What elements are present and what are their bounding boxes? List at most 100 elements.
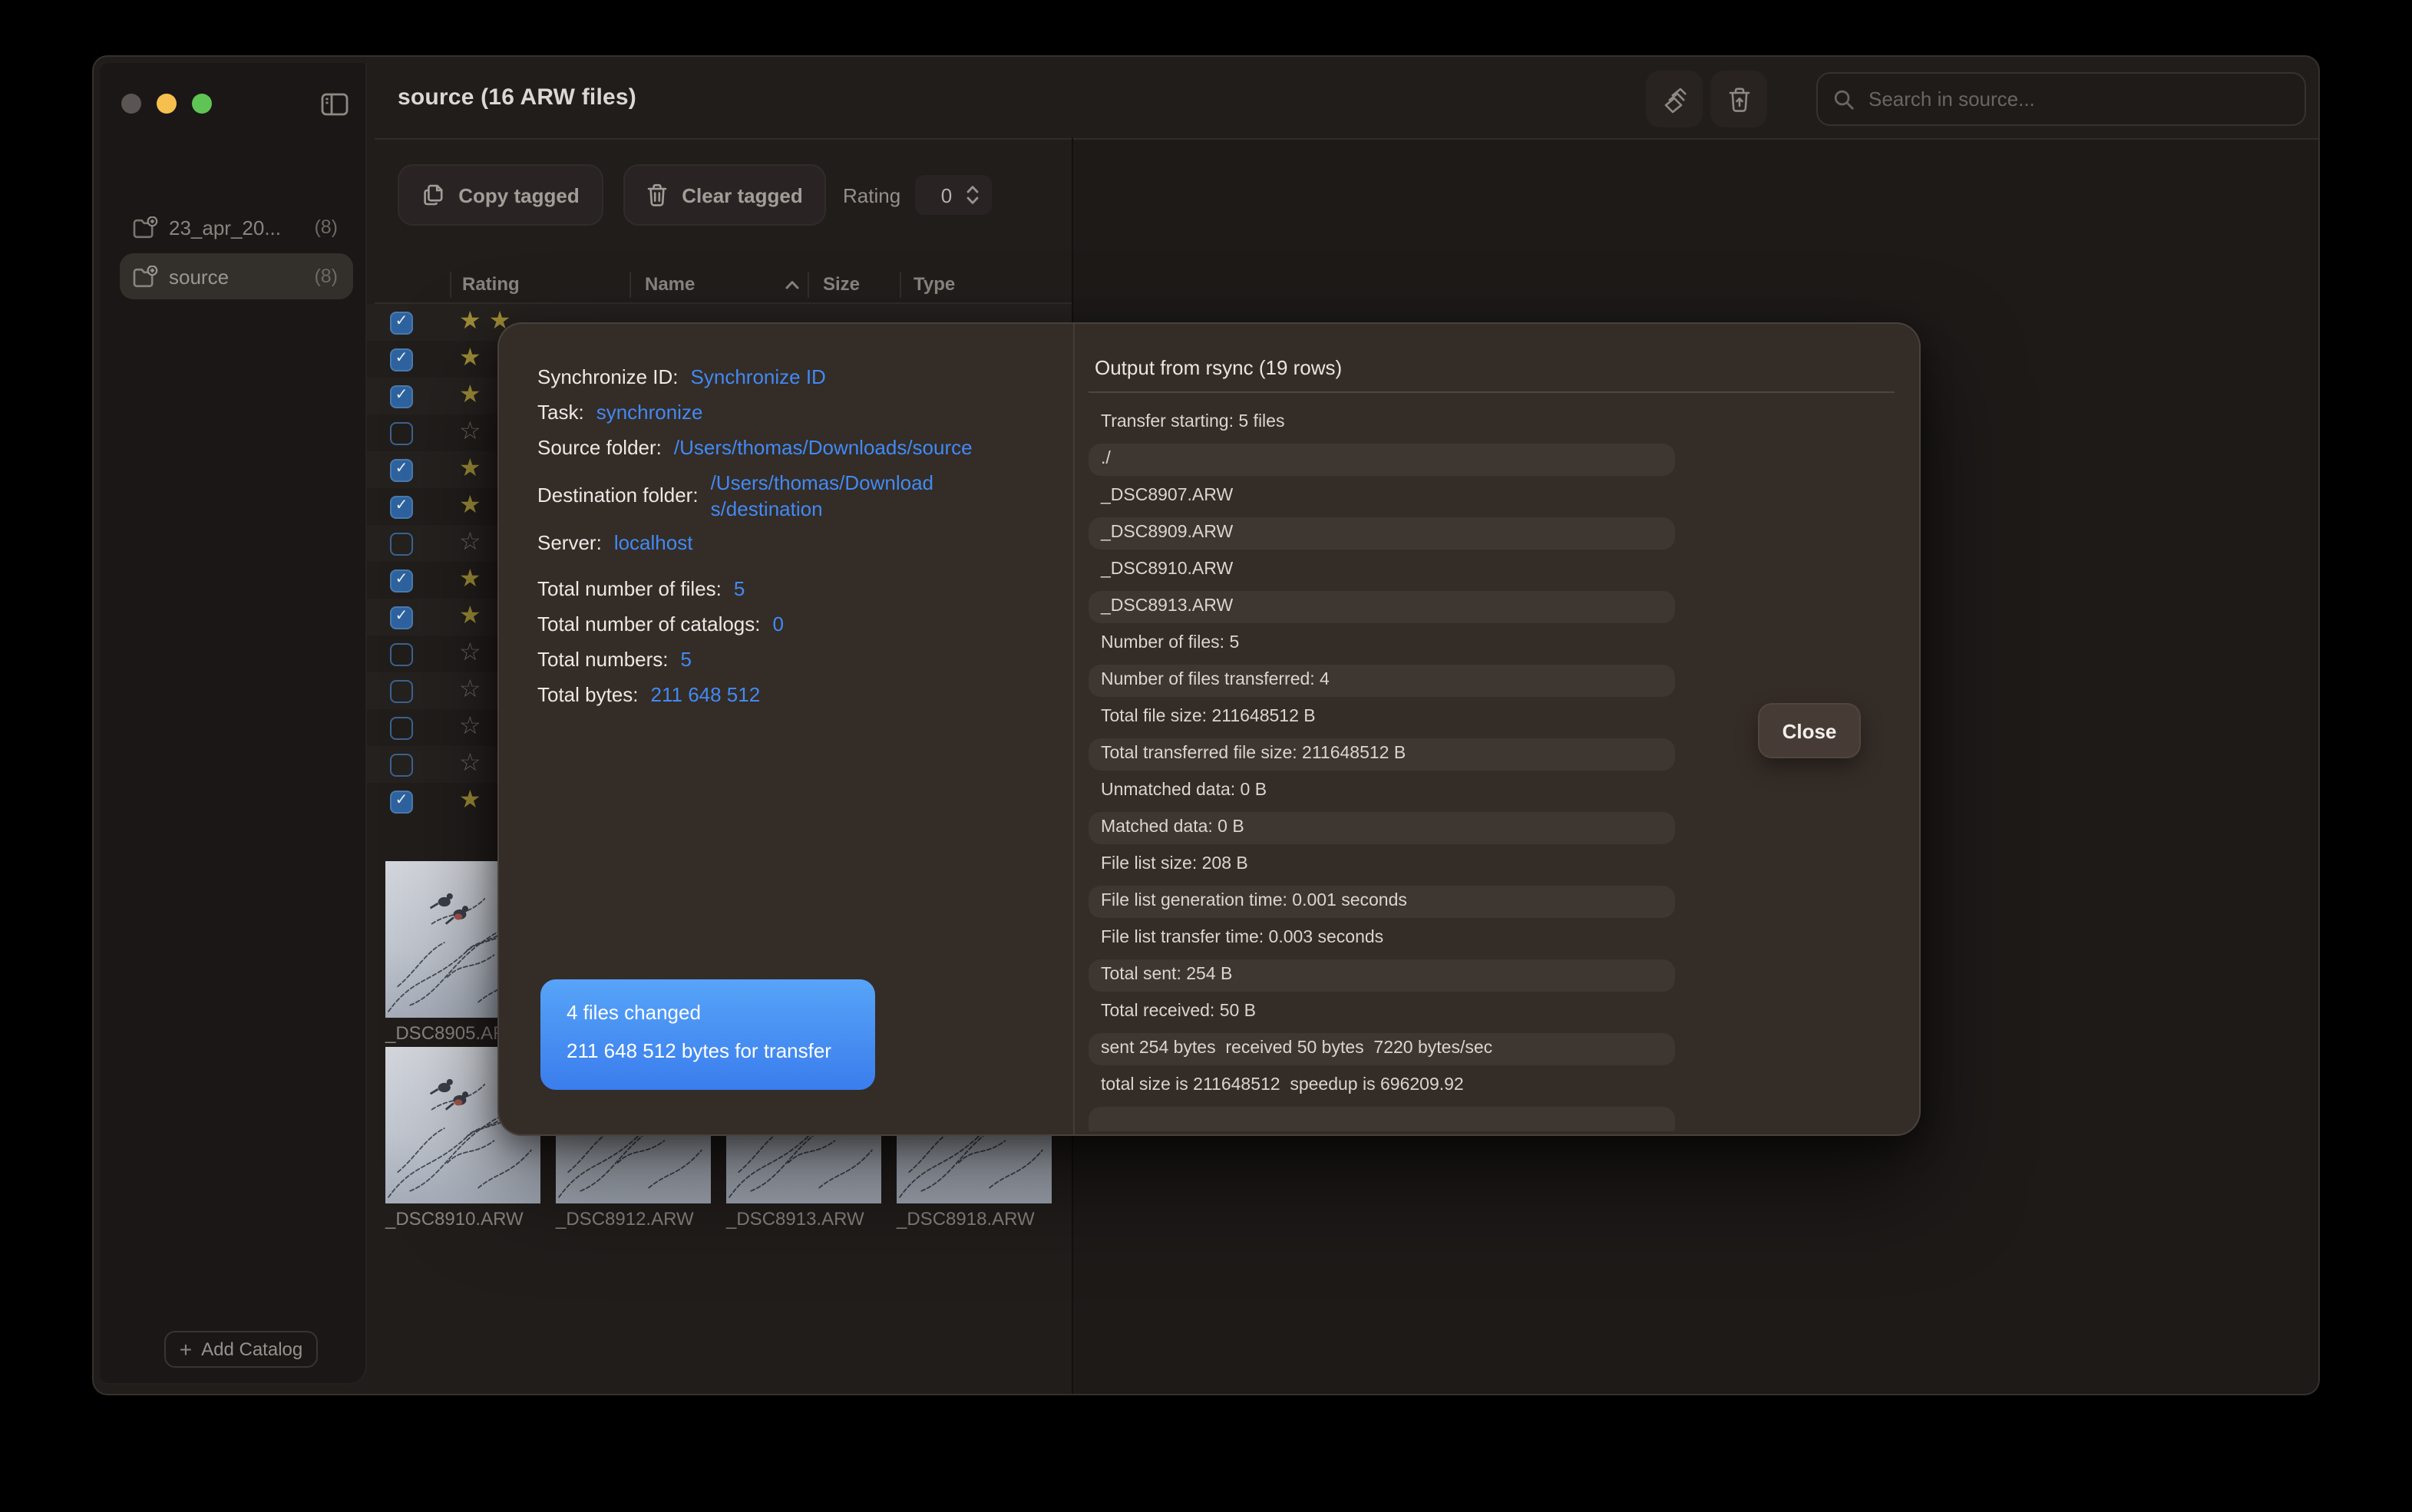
star-icon[interactable]: ★ [459, 603, 489, 629]
info-line-label: Synchronize ID: [537, 365, 679, 388]
rating-stars[interactable]: ☆ [459, 642, 489, 666]
star-icon[interactable]: ☆ [459, 714, 489, 740]
info-link[interactable]: 5 [681, 648, 692, 671]
toolbar-duplicate-button[interactable] [1646, 71, 1703, 127]
check-icon: ✓ [395, 315, 408, 330]
rating-stars[interactable]: ☆ [459, 421, 489, 445]
rating-stars[interactable]: ☆ [459, 752, 489, 777]
star-icon[interactable]: ★ [459, 456, 489, 482]
row-checkbox[interactable]: ✓ [390, 495, 413, 518]
app-window: 23_apr_20... (8) source (8) + Add Catalo… [92, 55, 2320, 1395]
star-icon[interactable]: ★ [459, 566, 489, 593]
table-header: Rating Name Size Type [367, 269, 1072, 302]
thumbnail-label: _DSC8918.ARW [897, 1208, 1052, 1230]
info-line: Task: synchronize [537, 399, 1067, 427]
sidebar-item-count: (8) [314, 266, 338, 287]
rating-stars[interactable]: ★ [459, 384, 489, 408]
info-link[interactable]: 211 648 512 [651, 683, 761, 706]
row-checkbox[interactable]: ✓ [390, 606, 413, 629]
row-checkbox[interactable] [390, 716, 413, 739]
star-icon[interactable]: ☆ [459, 677, 489, 703]
folder-plus-icon [132, 216, 158, 239]
info-link[interactable]: 5 [734, 577, 745, 600]
column-header-type[interactable]: Type [914, 273, 955, 295]
row-checkbox[interactable]: ✓ [390, 458, 413, 481]
star-icon[interactable]: ★ [459, 382, 489, 408]
rating-stepper[interactable]: 0 [915, 175, 992, 215]
output-row: Total transferred file size: 211648512 B [1089, 738, 1675, 771]
rating-label: Rating [843, 184, 900, 207]
star-icon[interactable]: ★ [459, 787, 489, 814]
row-checkbox[interactable]: ✓ [390, 569, 413, 592]
rating-stars[interactable]: ★ [459, 494, 489, 519]
column-header-size[interactable]: Size [823, 273, 860, 295]
star-icon[interactable]: ☆ [459, 530, 489, 556]
star-icon[interactable]: ★ [459, 309, 489, 335]
column-header-name[interactable]: Name [645, 273, 695, 295]
sidebar-icon [321, 92, 349, 117]
rating-stars[interactable]: ★ [459, 789, 489, 814]
star-icon[interactable]: ☆ [459, 751, 489, 777]
screen: 23_apr_20... (8) source (8) + Add Catalo… [0, 0, 2412, 1512]
sidebar-item-catalog-1[interactable]: 23_apr_20... (8) [120, 204, 353, 250]
column-header-rating[interactable]: Rating [462, 273, 520, 295]
close-button[interactable]: Close [1758, 703, 1861, 758]
rating-stars[interactable]: ☆ [459, 715, 489, 740]
row-checkbox[interactable] [390, 532, 413, 555]
totals-line: Total number of files:5 [537, 576, 1067, 603]
check-icon: ✓ [395, 794, 408, 809]
search-icon [1833, 88, 1855, 110]
star-icon[interactable]: ★ [459, 493, 489, 519]
rating-stars[interactable]: ★ [459, 457, 489, 482]
star-icon[interactable]: ★ [459, 345, 489, 371]
sync-info: Synchronize ID: Synchronize ID Task: synchr… [537, 364, 1067, 565]
rating-stars[interactable]: ★ [459, 347, 489, 371]
copy-tagged-label: Copy tagged [458, 183, 579, 206]
row-checkbox[interactable] [390, 753, 413, 776]
sort-chevron-icon[interactable] [785, 279, 800, 290]
search-input[interactable] [1865, 86, 2289, 112]
star-icon[interactable]: ☆ [459, 419, 489, 445]
sidebar-item-count: (8) [314, 216, 338, 238]
info-link[interactable]: /Users/thomas/Downloads/destination [711, 470, 944, 522]
row-checkbox[interactable]: ✓ [390, 385, 413, 408]
clear-tagged-button[interactable]: Clear tagged [623, 164, 826, 226]
info-link[interactable]: synchronize [596, 401, 703, 424]
info-link[interactable]: localhost [614, 531, 693, 554]
output-divider [1089, 391, 1895, 393]
traffic-light-zoom[interactable] [192, 94, 212, 114]
sidebar-item-source[interactable]: source (8) [120, 253, 353, 299]
totals-line-label: Total number of catalogs: [537, 612, 761, 636]
column-separator [629, 272, 631, 298]
traffic-light-close[interactable] [121, 94, 141, 114]
rating-stars[interactable]: ★ [459, 568, 489, 593]
sidebar-toggle-button[interactable] [321, 92, 349, 117]
row-checkbox[interactable] [390, 679, 413, 702]
row-checkbox[interactable] [390, 421, 413, 444]
info-link[interactable]: /Users/thomas/Downloads/source [674, 436, 973, 459]
row-checkbox[interactable] [390, 642, 413, 665]
rating-stars[interactable]: ☆ [459, 531, 489, 556]
rating-stars[interactable]: ☆ [459, 678, 489, 703]
info-link[interactable]: 0 [773, 612, 784, 636]
output-row: ./ [1089, 444, 1675, 476]
thumbnail-label: _DSC8910.ARW [385, 1208, 540, 1230]
column-separator [808, 272, 809, 298]
copy-tagged-button[interactable]: Copy tagged [398, 164, 603, 226]
info-line-label: Task: [537, 401, 584, 424]
info-line-label: Destination folder: [537, 482, 699, 510]
row-checkbox[interactable]: ✓ [390, 348, 413, 371]
add-catalog-button[interactable]: + Add Catalog [164, 1331, 318, 1368]
output-row: total size is 211648512 speedup is 69620… [1089, 1070, 1675, 1102]
row-checkbox[interactable]: ✓ [390, 790, 413, 813]
toolbar-delete-button[interactable] [1710, 71, 1767, 127]
search-field[interactable] [1816, 72, 2306, 126]
rating-stars[interactable]: ★ [459, 605, 489, 629]
traffic-light-minimize[interactable] [157, 94, 177, 114]
page-title: source (16 ARW files) [398, 84, 636, 111]
star-icon[interactable]: ☆ [459, 640, 489, 666]
output-row-partial [1089, 1107, 1675, 1131]
add-catalog-label: Add Catalog [201, 1339, 302, 1360]
info-link[interactable]: Synchronize ID [691, 365, 826, 388]
row-checkbox[interactable]: ✓ [390, 311, 413, 334]
